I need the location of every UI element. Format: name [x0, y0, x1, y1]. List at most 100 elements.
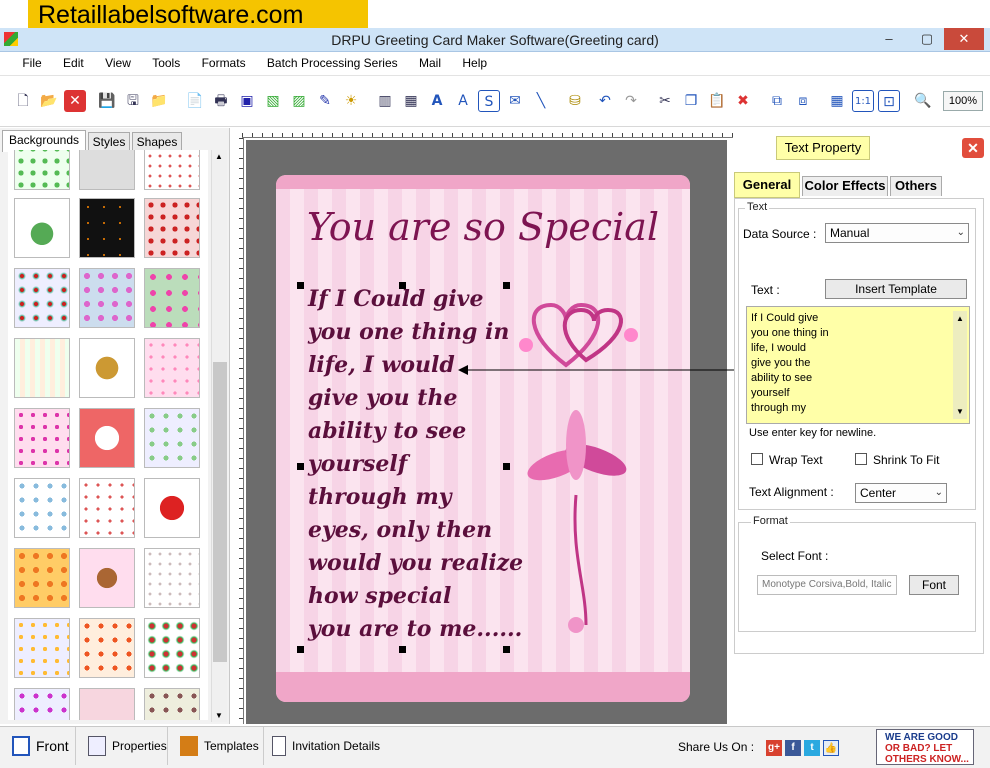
actual-size-icon[interactable]: 1:1 [852, 90, 874, 112]
send-back-icon[interactable]: ⧈ [792, 90, 814, 112]
thumbnail[interactable] [144, 198, 200, 258]
thumbnail[interactable] [144, 408, 200, 468]
shrink-to-fit-checkbox[interactable] [855, 453, 867, 465]
thumbnail[interactable] [144, 548, 200, 608]
thumbnail[interactable] [14, 548, 70, 608]
thumbnail[interactable] [79, 548, 135, 608]
tab-color-effects[interactable]: Color Effects [802, 176, 888, 196]
database-icon[interactable]: ⛁ [564, 90, 586, 112]
resize-handle[interactable] [503, 282, 510, 289]
menu-view[interactable]: View [96, 52, 140, 70]
save-icon[interactable]: 💾 [96, 90, 118, 112]
thumbnail[interactable] [79, 150, 135, 190]
zoom-icon[interactable]: 🔍 [912, 90, 934, 112]
tab-others[interactable]: Others [890, 176, 942, 196]
panel-close-button[interactable]: ✕ [962, 138, 984, 158]
resize-handle[interactable] [297, 282, 304, 289]
tab-general[interactable]: General [734, 172, 800, 198]
menu-help[interactable]: Help [453, 52, 496, 70]
mail-icon[interactable]: ✉ [504, 90, 526, 112]
menu-edit[interactable]: Edit [54, 52, 93, 70]
open-icon[interactable]: 📂 [38, 90, 60, 112]
thumbnail[interactable] [79, 688, 135, 720]
thumbnail[interactable] [14, 688, 70, 720]
thumbnail[interactable] [144, 150, 200, 190]
google-plus-icon[interactable]: g+ [766, 740, 782, 756]
front-button[interactable]: Front [0, 727, 76, 765]
twitter-icon[interactable]: t [804, 740, 820, 756]
thumbnail[interactable] [144, 688, 200, 720]
thumbnail[interactable] [144, 478, 200, 538]
menu-batch-processing[interactable]: Batch Processing Series [258, 52, 407, 70]
thumbnail[interactable] [14, 408, 70, 468]
thumbnail[interactable] [14, 268, 70, 328]
save-as-icon[interactable]: 🖫 [122, 90, 144, 112]
thumbnail[interactable] [79, 338, 135, 398]
copy-icon[interactable]: ❐ [680, 90, 702, 112]
barcode2-icon[interactable]: ▦ [400, 90, 422, 112]
text-input-scrollbar[interactable]: ▲ ▼ [953, 311, 967, 419]
menu-formats[interactable]: Formats [193, 52, 255, 70]
thumbnail[interactable] [79, 408, 135, 468]
menu-file[interactable]: File [13, 52, 50, 70]
resize-handle[interactable] [399, 646, 406, 653]
new-icon[interactable]: 🗋 [12, 90, 34, 112]
thumbnail[interactable] [14, 150, 70, 190]
font-button[interactable]: Font [909, 575, 959, 595]
resize-handle[interactable] [503, 463, 510, 470]
card-message[interactable]: If I Could give you one thing in life, I… [308, 283, 528, 646]
minimize-button[interactable]: – [874, 28, 904, 50]
wrap-text-checkbox[interactable] [751, 453, 763, 465]
tab-shapes[interactable]: Shapes [132, 132, 182, 152]
symbol-icon[interactable]: S [478, 90, 500, 112]
thumbnail[interactable] [14, 338, 70, 398]
properties-icon[interactable]: 📄 [184, 90, 206, 112]
grid-icon[interactable]: ▦ [826, 90, 848, 112]
menu-mail[interactable]: Mail [410, 52, 450, 70]
templates-button[interactable]: Templates [168, 727, 264, 765]
like-icon[interactable]: 👍 [823, 740, 839, 756]
undo-icon[interactable]: ↶ [594, 90, 616, 112]
cut-icon[interactable]: ✂ [654, 90, 676, 112]
word-art-icon[interactable]: A [452, 90, 474, 112]
menu-tools[interactable]: Tools [143, 52, 189, 70]
background-icon[interactable]: ▧ [262, 90, 284, 112]
print-preview-icon[interactable]: ▣ [236, 90, 258, 112]
maximize-button[interactable]: ▢ [912, 28, 942, 50]
print-icon[interactable]: 🖶 [210, 90, 232, 112]
tab-backgrounds[interactable]: Backgrounds [2, 130, 86, 152]
close-file-icon[interactable]: ✕ [64, 90, 86, 112]
scroll-down-icon[interactable]: ▼ [215, 711, 223, 720]
pen-icon[interactable]: ✎ [314, 90, 336, 112]
data-source-select[interactable]: Manual ⌄ [825, 223, 969, 243]
thumbnail[interactable] [14, 198, 70, 258]
insert-template-button[interactable]: Insert Template [825, 279, 967, 299]
text-input[interactable]: If I Could give you one thing in life, I… [746, 306, 970, 424]
scroll-thumb[interactable] [213, 362, 227, 662]
resize-handle[interactable] [297, 463, 304, 470]
invitation-details-button[interactable]: Invitation Details [264, 727, 394, 765]
thumbnail[interactable] [144, 338, 200, 398]
card-title[interactable]: You are so Special [276, 205, 690, 249]
resize-handle[interactable] [503, 646, 510, 653]
thumbnail[interactable] [14, 478, 70, 538]
feedback-badge[interactable]: WE ARE GOOD OR BAD? LET OTHERS KNOW... [876, 729, 974, 765]
facebook-icon[interactable]: f [785, 740, 801, 756]
paste-icon[interactable]: 📋 [706, 90, 728, 112]
text-icon[interactable]: A [426, 90, 448, 112]
thumbnail[interactable] [79, 268, 135, 328]
text-alignment-select[interactable]: Center ⌄ [855, 483, 947, 503]
fit-window-icon[interactable]: ⊡ [878, 90, 900, 112]
scroll-down-icon[interactable]: ▼ [953, 404, 967, 419]
redo-icon[interactable]: ↷ [620, 90, 642, 112]
thumbnail[interactable] [144, 268, 200, 328]
delete-icon[interactable]: ✖ [732, 90, 754, 112]
image-icon[interactable]: ▨ [288, 90, 310, 112]
line-icon[interactable]: ╲ [530, 90, 552, 112]
properties-button[interactable]: Properties [76, 727, 168, 765]
barcode-icon[interactable]: ▥ [374, 90, 396, 112]
thumbnail-scrollbar[interactable]: ▲ ▼ [211, 150, 227, 722]
close-button[interactable]: ✕ [944, 28, 984, 50]
thumbnail[interactable] [79, 198, 135, 258]
thumbnail[interactable] [144, 618, 200, 678]
